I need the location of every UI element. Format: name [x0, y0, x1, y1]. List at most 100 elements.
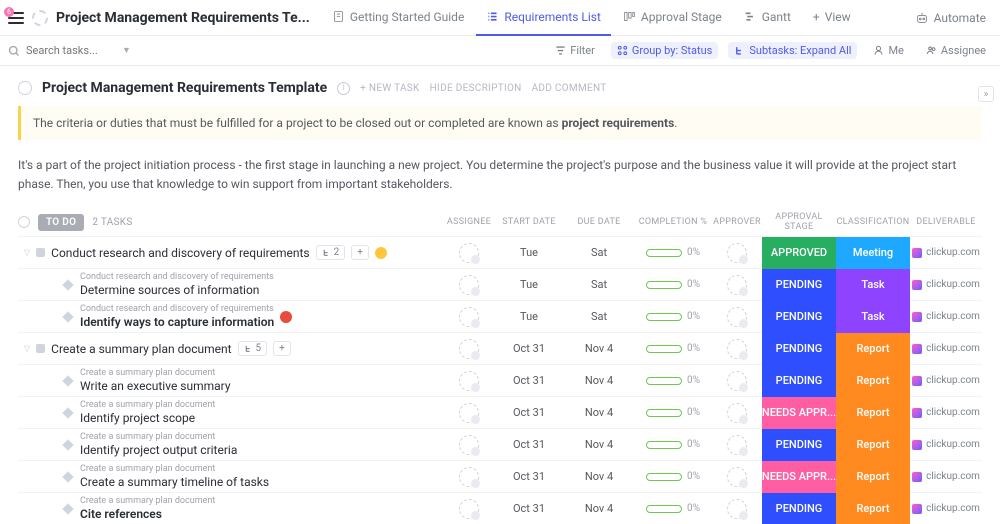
stage-tag[interactable]: PENDING	[762, 429, 836, 461]
workspace-icon[interactable]	[32, 10, 48, 26]
status-diamond[interactable]	[62, 311, 73, 322]
class-tag[interactable]: Task	[836, 269, 910, 301]
due-date-cell[interactable]: Nov 4	[564, 406, 634, 419]
status-diamond[interactable]	[62, 407, 73, 418]
due-date-cell[interactable]: Sat	[564, 278, 634, 291]
approver-cell[interactable]	[712, 467, 762, 487]
deliverable-cell[interactable]: clickup.com	[910, 471, 982, 482]
completion-cell[interactable]: 0%	[634, 279, 712, 290]
class-tag[interactable]: Report	[836, 333, 910, 365]
tab-requirements-list[interactable]: Requirements List	[476, 0, 611, 36]
class-tag[interactable]: Report	[836, 429, 910, 461]
assignee-button[interactable]: Assignee	[920, 42, 992, 59]
search-input[interactable]: ▼	[8, 44, 131, 57]
completion-cell[interactable]: 0%	[634, 247, 712, 258]
stage-tag[interactable]: NEEDS APPR...	[762, 397, 836, 429]
new-task-button[interactable]: + NEW TASK	[360, 83, 419, 94]
due-date-cell[interactable]: Nov 4	[564, 342, 634, 355]
approver-cell[interactable]	[712, 307, 762, 327]
approver-cell[interactable]	[712, 339, 762, 359]
group-checkbox[interactable]	[18, 216, 30, 228]
completion-cell[interactable]: 0%	[634, 311, 712, 322]
completion-cell[interactable]: 0%	[634, 343, 712, 354]
task-row[interactable]: Create a summary plan documentCreate a s…	[18, 460, 982, 492]
task-row[interactable]: Create a summary plan documentIdentify p…	[18, 396, 982, 428]
stage-tag[interactable]: NEEDS APPR...	[762, 461, 836, 493]
deliverable-cell[interactable]: clickup.com	[910, 343, 982, 354]
add-subtask[interactable]: +	[273, 341, 291, 356]
stage-tag[interactable]: APPROVED	[762, 237, 836, 269]
approver-cell[interactable]	[712, 403, 762, 423]
start-date-cell[interactable]: Oct 31	[494, 374, 564, 387]
due-date-cell[interactable]: Sat	[564, 310, 634, 323]
assignee-cell[interactable]	[444, 243, 494, 263]
status-diamond[interactable]	[62, 375, 73, 386]
approver-cell[interactable]	[712, 275, 762, 295]
subtask-badge[interactable]: 5	[238, 341, 268, 356]
stage-tag[interactable]: PENDING	[762, 493, 836, 524]
tab-getting-started[interactable]: Getting Started Guide	[322, 0, 474, 36]
task-row[interactable]: Create a summary plan documentWrite an e…	[18, 364, 982, 396]
completion-cell[interactable]: 0%	[634, 439, 712, 450]
me-button[interactable]: Me	[867, 42, 909, 59]
status-diamond[interactable]	[62, 471, 73, 482]
completion-cell[interactable]: 0%	[634, 375, 712, 386]
completion-cell[interactable]: 0%	[634, 503, 712, 514]
collapse-icon[interactable]: »	[978, 86, 994, 102]
approver-cell[interactable]	[712, 499, 762, 519]
subtask-badge[interactable]: 2	[316, 245, 346, 260]
page-title[interactable]: Project Management Requirements Te...	[56, 10, 310, 26]
deliverable-cell[interactable]: clickup.com	[910, 375, 982, 386]
tab-gantt[interactable]: Gantt	[734, 0, 801, 36]
automate-button[interactable]: Automate	[909, 11, 992, 25]
task-row[interactable]: ▽Create a summary plan document5+ Oct 31…	[18, 332, 982, 364]
deliverable-cell[interactable]: clickup.com	[910, 439, 982, 450]
task-row[interactable]: ▽Conduct research and discovery of requi…	[18, 236, 982, 268]
priority-flag[interactable]	[375, 247, 387, 259]
class-tag[interactable]: Task	[836, 301, 910, 333]
status-diamond[interactable]	[62, 503, 73, 514]
assignee-cell[interactable]	[444, 499, 494, 519]
assignee-cell[interactable]	[444, 403, 494, 423]
approver-cell[interactable]	[712, 371, 762, 391]
add-subtask[interactable]: +	[351, 245, 369, 260]
due-date-cell[interactable]: Nov 4	[564, 502, 634, 515]
doc-checkbox[interactable]	[18, 81, 32, 95]
tab-add-view[interactable]: +View	[803, 0, 861, 36]
start-date-cell[interactable]: Tue	[494, 310, 564, 323]
chevron-down-icon[interactable]: ▼	[122, 45, 131, 56]
class-tag[interactable]: Report	[836, 365, 910, 397]
task-row[interactable]: Create a summary plan documentCite refer…	[18, 492, 982, 524]
assignee-cell[interactable]	[444, 307, 494, 327]
status-square[interactable]	[36, 344, 45, 353]
start-date-cell[interactable]: Tue	[494, 278, 564, 291]
deliverable-cell[interactable]: clickup.com	[910, 247, 982, 258]
info-icon[interactable]: i	[337, 82, 350, 95]
assignee-cell[interactable]	[444, 467, 494, 487]
start-date-cell[interactable]: Oct 31	[494, 342, 564, 355]
stage-tag[interactable]: PENDING	[762, 269, 836, 301]
expand-icon[interactable]: ▽	[24, 344, 30, 353]
start-date-cell[interactable]: Tue	[494, 246, 564, 259]
groupby-button[interactable]: Group by: Status	[611, 42, 719, 59]
due-date-cell[interactable]: Nov 4	[564, 470, 634, 483]
status-diamond[interactable]	[62, 279, 73, 290]
completion-cell[interactable]: 0%	[634, 407, 712, 418]
assignee-cell[interactable]	[444, 371, 494, 391]
approver-cell[interactable]	[712, 435, 762, 455]
subtasks-button[interactable]: Subtasks: Expand All	[728, 42, 857, 59]
class-tag[interactable]: Report	[836, 397, 910, 429]
stage-tag[interactable]: PENDING	[762, 301, 836, 333]
start-date-cell[interactable]: Oct 31	[494, 502, 564, 515]
deliverable-cell[interactable]: clickup.com	[910, 311, 982, 322]
deliverable-cell[interactable]: clickup.com	[910, 279, 982, 290]
deliverable-cell[interactable]: clickup.com	[910, 407, 982, 418]
start-date-cell[interactable]: Oct 31	[494, 406, 564, 419]
status-pill[interactable]: TO DO	[38, 214, 84, 231]
task-row[interactable]: Conduct research and discovery of requir…	[18, 300, 982, 332]
menu-icon[interactable]: 6	[8, 12, 24, 24]
status-square[interactable]	[36, 248, 45, 257]
class-tag[interactable]: Report	[836, 493, 910, 524]
completion-cell[interactable]: 0%	[634, 471, 712, 482]
filter-button[interactable]: Filter	[549, 42, 601, 59]
